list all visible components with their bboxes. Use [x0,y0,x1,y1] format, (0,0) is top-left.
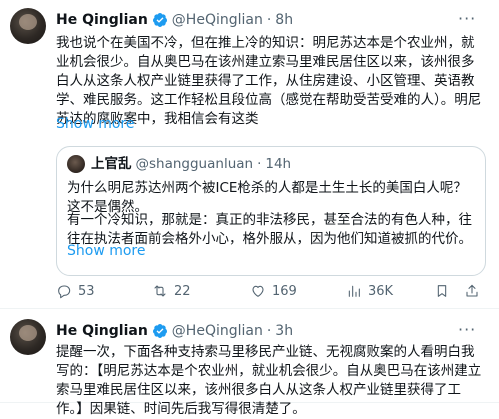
like-count: 169 [272,283,297,299]
reply-button[interactable]: 53 [56,283,152,299]
verified-badge-icon [152,324,167,338]
views-count: 36K [368,283,394,299]
timestamp[interactable]: 3h [275,322,293,340]
quoted-timestamp: 14h [265,156,292,172]
views-button[interactable]: 36K [346,283,434,299]
separator: · [266,12,272,28]
tweet-1[interactable]: He Qinglian @HeQinglian · 8h ··· 我也说个在美国… [0,0,499,309]
author-handle[interactable]: @HeQinglian [172,11,263,29]
repost-count: 22 [174,283,191,299]
quoted-avatar [67,155,85,173]
like-button[interactable]: 169 [250,283,346,299]
bookmark-icon [437,285,447,297]
verified-badge-icon [152,13,167,27]
avatar[interactable] [10,319,46,355]
repost-icon [154,285,166,297]
reply-count: 53 [78,283,95,299]
show-more-link[interactable]: Show more [56,115,135,133]
author-name[interactable]: He Qinglian [56,322,148,340]
quoted-header: 上官乱 @shangguanluan · 14h [91,155,291,173]
views-icon [348,285,360,297]
quoted-author-name: 上官乱 [91,156,132,172]
more-icon[interactable]: ··· [458,322,476,338]
bookmark-button[interactable] [434,283,464,299]
quoted-show-more-link[interactable]: Show more [67,243,146,259]
tweet-header: He Qinglian @HeQinglian · 3h [56,322,293,340]
repost-button[interactable]: 22 [152,283,250,299]
reply-icon [58,285,71,299]
author-name[interactable]: He Qinglian [56,11,148,29]
quoted-author-handle: @shangguanluan [135,156,254,172]
author-handle[interactable]: @HeQinglian [172,322,263,340]
tweet-2[interactable]: He Qinglian @HeQinglian · 3h ··· 提醒一次，下面… [0,309,499,417]
tweet-text: 提醒一次，下面各种支持索马里移民产业链、无视腐败案的人看明白我写的：【明尼苏达本… [56,344,482,417]
share-button[interactable] [464,283,488,299]
quoted-tweet[interactable]: 上官乱 @shangguanluan · 14h 为什么明尼苏达州两个被ICE枪… [56,146,486,276]
separator: · [257,156,262,172]
more-icon[interactable]: ··· [458,11,476,27]
like-icon [252,285,264,297]
tweet-header: He Qinglian @HeQinglian · 8h [56,11,293,29]
action-bar: 53 22 169 36K [56,282,496,300]
separator: · [266,323,272,339]
timestamp[interactable]: 8h [275,11,293,29]
avatar[interactable] [10,8,46,44]
share-icon [466,284,478,297]
